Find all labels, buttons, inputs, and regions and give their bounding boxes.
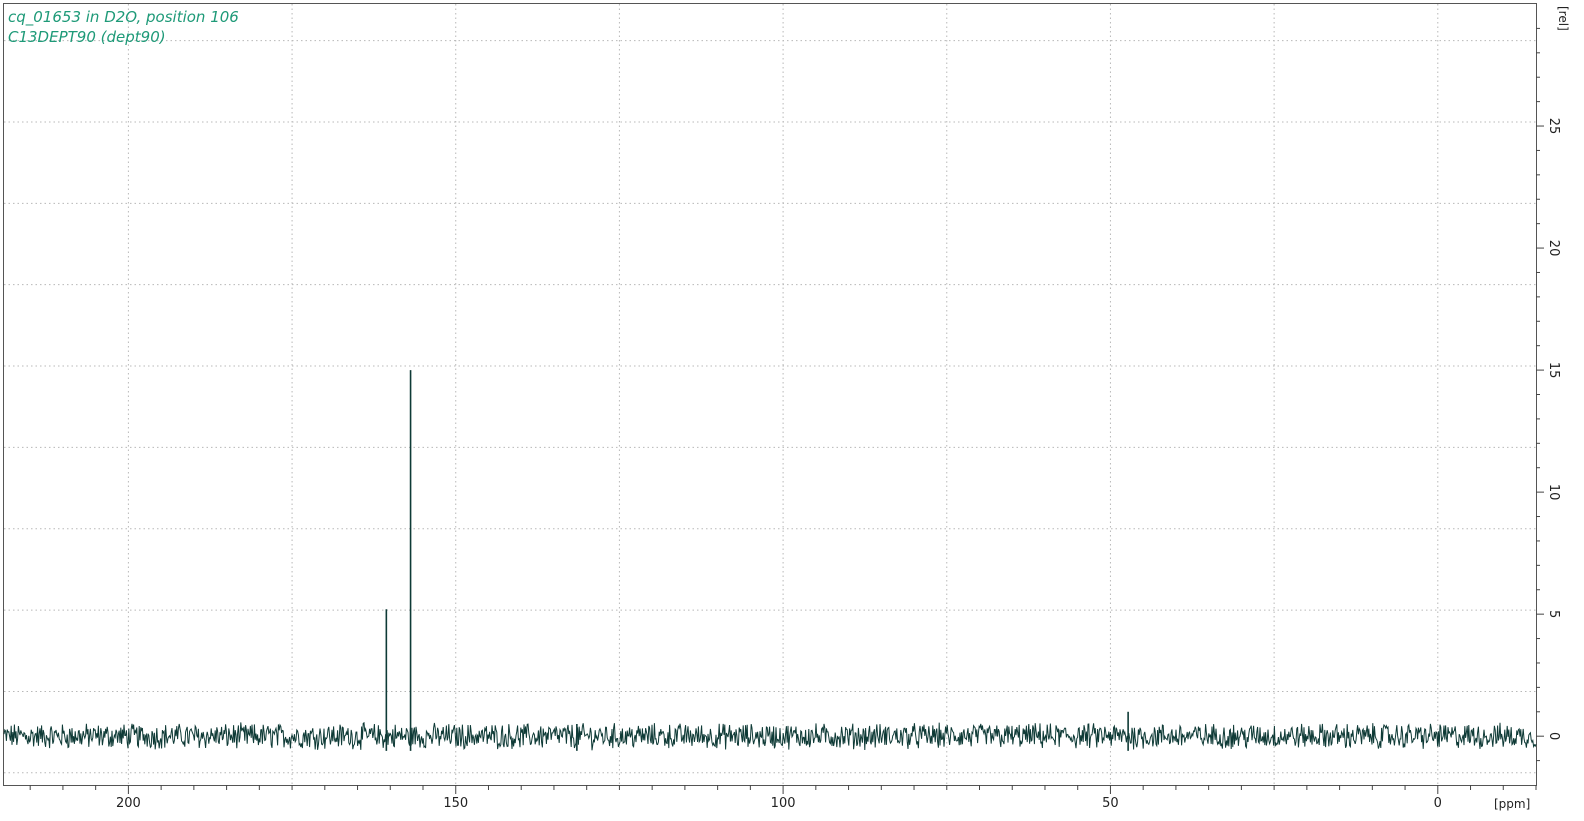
tick-labels: 200 150 100 50 0 0 5 10 15 20 25 <box>116 118 1561 811</box>
plot-frame <box>3 3 1537 786</box>
x-tick-label: 150 <box>443 796 468 811</box>
y-tick-label: 10 <box>1546 484 1561 501</box>
x-tick-label: 0 <box>1434 796 1442 811</box>
spectrum-trace <box>3 721 1537 751</box>
y-axis-unit-label: [rel] <box>1556 6 1570 31</box>
y-tick-label: 20 <box>1546 240 1561 257</box>
x-axis-unit-label: [ppm] <box>1494 797 1530 811</box>
grid-lines <box>4 4 1536 785</box>
x-tick-label: 200 <box>116 796 141 811</box>
experiment-subtitle: C13DEPT90 (dept90) <box>8 28 166 46</box>
y-tick-label: 0 <box>1546 732 1561 740</box>
y-tick-label: 15 <box>1546 362 1561 379</box>
x-tick-label: 50 <box>1102 796 1119 811</box>
y-tick-label: 5 <box>1546 610 1561 618</box>
x-tick-label: 100 <box>771 796 796 811</box>
spectrum-title: cq_01653 in D2O, position 106 <box>8 8 239 27</box>
y-tick-label: 25 <box>1546 118 1561 135</box>
axis-ticks <box>29 27 1544 794</box>
nmr-spectrum-chart: 200 150 100 50 0 0 5 10 15 20 25 cq_01653 in D2O, … <box>3 3 1570 811</box>
spectrum-peaks <box>385 370 1129 751</box>
